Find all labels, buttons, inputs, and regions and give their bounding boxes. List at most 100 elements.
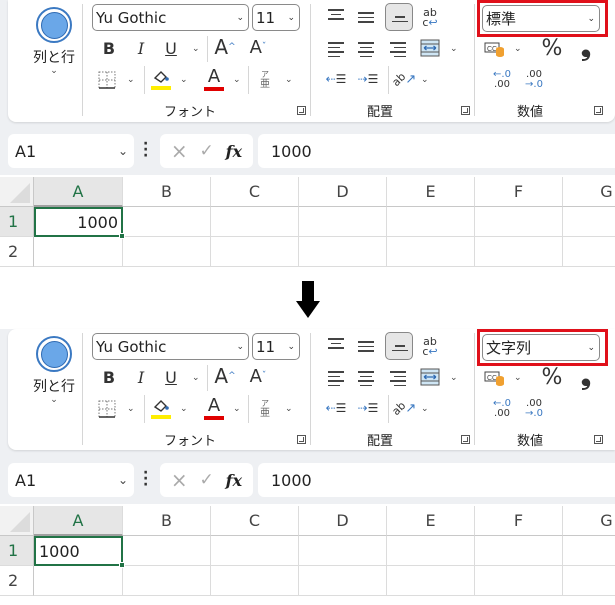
align-top-button[interactable] (328, 9, 344, 23)
accounting-dropdown-chevron-icon[interactable]: ⌄ (514, 373, 522, 383)
grow-font-button[interactable]: A ^ (214, 35, 236, 59)
rows-columns-button[interactable]: 列と行 ⌄ (26, 333, 82, 413)
font-size-dropdown[interactable]: 11 ⌄ (252, 333, 300, 360)
font-dialog-launcher-icon[interactable] (297, 435, 306, 444)
comma-style-button[interactable]: ❟ (578, 32, 594, 62)
merge-center-button[interactable] (420, 38, 440, 58)
orientation-button[interactable]: ab ↗ (389, 397, 416, 419)
italic-button[interactable]: I (132, 367, 150, 387)
merge-dropdown-chevron-icon[interactable]: ⌄ (450, 44, 458, 54)
italic-button[interactable]: I (132, 38, 150, 58)
phonetic-dropdown-chevron-icon[interactable]: ⌄ (285, 404, 293, 414)
orientation-dropdown-chevron-icon[interactable]: ⌄ (421, 404, 429, 414)
merge-dropdown-chevron-icon[interactable]: ⌄ (450, 373, 458, 383)
font-name-dropdown[interactable]: Yu Gothic ⌄ (92, 4, 249, 31)
cell-b2[interactable] (123, 566, 211, 596)
cell-b2[interactable] (123, 237, 211, 267)
cell-e1[interactable] (387, 536, 475, 566)
orientation-button[interactable]: ab ↗ (389, 68, 416, 90)
font-color-dropdown-chevron-icon[interactable]: ⌄ (233, 75, 241, 85)
enter-icon[interactable]: ✓ (200, 470, 214, 490)
name-box[interactable]: A1 ⌄ (8, 134, 134, 168)
cancel-icon[interactable]: × (171, 139, 188, 163)
grow-font-button[interactable]: A ^ (214, 364, 236, 388)
cell-b1[interactable] (123, 536, 211, 566)
underline-button[interactable]: U (162, 367, 180, 387)
align-left-button[interactable] (328, 371, 344, 389)
fill-handle[interactable] (119, 233, 125, 239)
align-center-button[interactable] (358, 42, 374, 60)
increase-indent-button[interactable]: ⇢ ☰ (358, 70, 379, 88)
cell-a2[interactable] (34, 566, 123, 596)
phonetic-dropdown-chevron-icon[interactable]: ⌄ (285, 75, 293, 85)
row-header-1[interactable]: 1 (0, 536, 34, 566)
column-header-c[interactable]: C (211, 506, 299, 536)
formula-input[interactable]: 1000 (258, 463, 615, 497)
phonetic-guide-button[interactable]: ア亜 (257, 397, 273, 421)
fill-color-dropdown-chevron-icon[interactable]: ⌄ (180, 404, 188, 414)
cell-e2[interactable] (387, 237, 475, 267)
align-left-button[interactable] (328, 42, 344, 60)
align-middle-button[interactable] (358, 341, 374, 355)
cell-g2[interactable] (563, 237, 615, 267)
align-middle-button[interactable] (358, 12, 374, 26)
number-dialog-launcher-icon[interactable] (594, 106, 603, 115)
shrink-font-button[interactable]: Aˇ (247, 36, 269, 58)
column-header-f[interactable]: F (475, 177, 563, 207)
underline-dropdown-chevron-icon[interactable]: ⌄ (192, 373, 200, 383)
row-header-2[interactable]: 2 (0, 566, 34, 596)
fill-color-button[interactable] (150, 395, 172, 421)
cell-b1[interactable] (123, 207, 211, 237)
more-options-icon[interactable]: · · · (143, 137, 148, 163)
rows-columns-button[interactable]: 列と行 ⌄ (26, 4, 82, 84)
alignment-dialog-launcher-icon[interactable] (461, 106, 470, 115)
font-name-dropdown[interactable]: Yu Gothic ⌄ (92, 333, 249, 360)
number-dialog-launcher-icon[interactable] (594, 435, 603, 444)
shrink-font-button[interactable]: Aˇ (247, 365, 269, 387)
select-all-button[interactable] (0, 506, 34, 536)
align-bottom-button[interactable] (385, 3, 413, 31)
column-header-e[interactable]: E (387, 177, 475, 207)
decrease-decimal-button[interactable]: .00 →.0 (522, 397, 546, 421)
cell-e1[interactable] (387, 207, 475, 237)
cell-c2[interactable] (211, 566, 299, 596)
column-header-b[interactable]: B (123, 506, 211, 536)
font-color-button[interactable]: A (203, 66, 225, 92)
column-header-e[interactable]: E (387, 506, 475, 536)
orientation-dropdown-chevron-icon[interactable]: ⌄ (421, 75, 429, 85)
cell-d1[interactable] (299, 536, 387, 566)
name-box[interactable]: A1 ⌄ (8, 463, 134, 497)
alignment-dialog-launcher-icon[interactable] (461, 435, 470, 444)
cell-g1[interactable] (563, 536, 615, 566)
font-dialog-launcher-icon[interactable] (297, 106, 306, 115)
underline-dropdown-chevron-icon[interactable]: ⌄ (192, 44, 200, 54)
wrap-text-button[interactable]: ab c↩ (420, 335, 440, 359)
font-color-button[interactable]: A (203, 395, 225, 421)
bold-button[interactable]: B (100, 38, 118, 58)
phonetic-guide-button[interactable]: ア亜 (257, 68, 273, 92)
borders-button[interactable] (97, 70, 117, 90)
column-header-d[interactable]: D (299, 177, 387, 207)
increase-decimal-button[interactable]: ←.0.00 (490, 68, 514, 92)
align-right-button[interactable] (390, 371, 406, 389)
cell-a2[interactable] (34, 237, 123, 267)
wrap-text-button[interactable]: ab c↩ (420, 6, 440, 30)
fill-handle[interactable] (119, 562, 125, 568)
decrease-indent-button[interactable]: ⇠ ☰ (326, 399, 347, 417)
borders-button[interactable] (97, 399, 117, 419)
cell-c1[interactable] (211, 207, 299, 237)
column-header-c[interactable]: C (211, 177, 299, 207)
accounting-dropdown-chevron-icon[interactable]: ⌄ (514, 44, 522, 54)
bold-button[interactable]: B (100, 367, 118, 387)
cell-d2[interactable] (299, 237, 387, 267)
insert-function-icon[interactable]: fx (226, 142, 242, 161)
comma-style-button[interactable]: ❟ (578, 361, 594, 391)
cell-a1[interactable]: 1000 (34, 536, 123, 566)
insert-function-icon[interactable]: fx (226, 471, 242, 490)
align-bottom-button[interactable] (385, 332, 413, 360)
cell-f1[interactable] (475, 536, 563, 566)
borders-dropdown-chevron-icon[interactable]: ⌄ (127, 75, 135, 85)
column-header-d[interactable]: D (299, 506, 387, 536)
cell-d2[interactable] (299, 566, 387, 596)
font-size-dropdown[interactable]: 11 ⌄ (252, 4, 300, 31)
